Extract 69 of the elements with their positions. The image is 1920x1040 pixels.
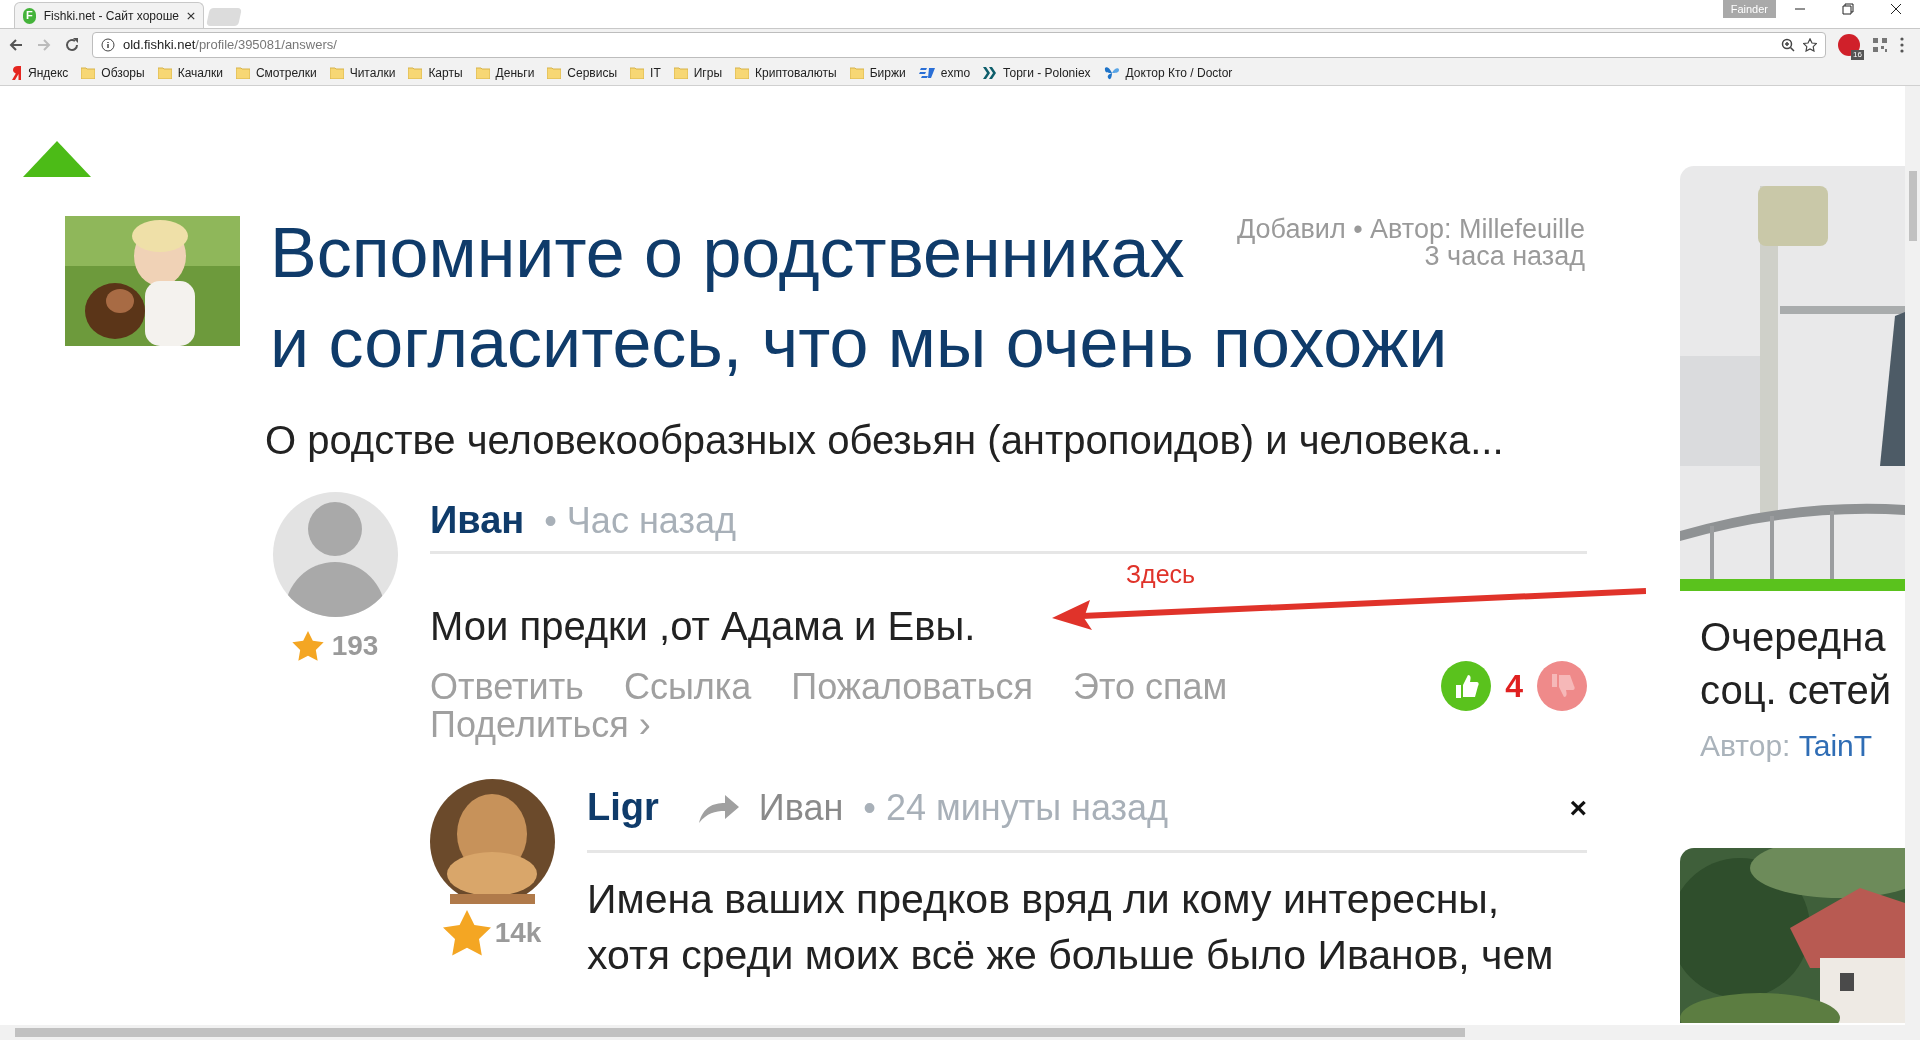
horizontal-scrollbar[interactable] (0, 1025, 1905, 1040)
bookmark-link[interactable]: exmo (918, 63, 971, 82)
folder-icon (547, 66, 562, 79)
zoom-icon[interactable] (1781, 37, 1795, 52)
close-button[interactable]: × (1569, 785, 1587, 830)
folder-icon (157, 66, 172, 79)
bookmark-link[interactable]: Читалки (329, 63, 396, 82)
post-title[interactable]: Вспомните о родственниках (270, 208, 1185, 298)
letter-logo-icon (12, 65, 22, 80)
bookmark-link[interactable]: Доктор Кто / Doctor (1103, 63, 1233, 82)
bookmark-link[interactable]: Смотрелки (235, 63, 317, 82)
bookmark-link[interactable]: Криптовалюты (735, 63, 837, 82)
folder-icon (81, 66, 96, 79)
star-icon (442, 910, 491, 956)
author-label: Автор: (1700, 729, 1792, 762)
reply-text: Имена ваших предков вряд ли кому интересны, хотя среди моих всё же больше было Иванов, чем (587, 875, 1555, 980)
folder-icon (475, 66, 490, 79)
folder-icon (235, 66, 250, 79)
adblock-count: 16 (1851, 49, 1864, 60)
comment-time: • Час назад (544, 499, 736, 543)
card-title[interactable]: Очередна (1700, 611, 1905, 664)
qr-code-icon[interactable] (1872, 36, 1888, 53)
stripes-logo-icon (918, 67, 935, 78)
folder-icon (630, 66, 645, 79)
back-arrow-icon[interactable] (8, 36, 24, 53)
browser-tab[interactable]: F Fishki.net - Сайт хороше (14, 2, 204, 28)
bookmark-link[interactable]: Яндекс (12, 63, 69, 82)
folder-icon (408, 66, 423, 79)
folder-icon (849, 66, 864, 79)
post-time: 3 часа назад (1424, 243, 1585, 270)
folder-icon (735, 66, 750, 79)
close-icon[interactable] (1890, 3, 1902, 15)
bookmark-link[interactable]: IT (630, 63, 661, 82)
comment-text: Мои предки ,от Адама и Евы. (430, 603, 976, 650)
bookmark-link[interactable]: Карты (408, 63, 463, 82)
bookmark-link[interactable]: Игры (673, 63, 723, 82)
favicon: F (23, 7, 36, 24)
url-text: old.fishki.net/profile/395081/answers/ (123, 35, 337, 54)
reply-arrow-icon (698, 792, 739, 823)
post-title[interactable]: и согласитесь, что мы очень похожи (270, 298, 1448, 388)
bookmark-link[interactable]: Деньги (475, 63, 535, 82)
star-outline-icon[interactable] (1803, 37, 1817, 52)
post-subtitle: О родстве человекообразных обезьян (антропоидов) и человека... (265, 417, 1505, 464)
folder-icon (329, 66, 344, 79)
author-link[interactable]: TainT (1798, 729, 1873, 762)
bookmark-link[interactable]: Биржи (849, 63, 906, 82)
comment-author[interactable]: Иван (430, 492, 525, 549)
info-icon[interactable] (101, 37, 115, 52)
tab-title: Fishki.net - Сайт хороше (43, 7, 179, 25)
user-rating: 14k (494, 916, 542, 950)
bookmark-link[interactable]: Обзоры (81, 63, 145, 82)
bookmark-link[interactable]: Торги - Poloniex (983, 63, 1091, 82)
post-byline: Добавил • Автор: Millefeuille (1237, 216, 1585, 243)
vote-count: 4 (1505, 667, 1523, 706)
bookmark-link[interactable]: Сервисы (547, 63, 618, 82)
butterfly-icon (1103, 65, 1120, 80)
vertical-scrollbar[interactable] (1905, 86, 1920, 1040)
card-title[interactable]: соц. сетей (1700, 664, 1905, 717)
bookmark-link[interactable]: Качалки (157, 63, 223, 82)
address-field[interactable]: old.fishki.net/profile/395081/answers/ (92, 31, 1826, 58)
user-rating: 193 (331, 629, 379, 663)
reload-icon[interactable] (64, 36, 80, 53)
folder-icon (673, 66, 688, 79)
close-icon[interactable] (187, 10, 195, 21)
reply-author[interactable]: Ligr (587, 779, 659, 836)
reply-time: • 24 минуты назад (863, 785, 1169, 830)
restore-icon[interactable] (1842, 3, 1854, 15)
star-icon (291, 631, 324, 661)
menu-icon[interactable] (1900, 36, 1904, 53)
